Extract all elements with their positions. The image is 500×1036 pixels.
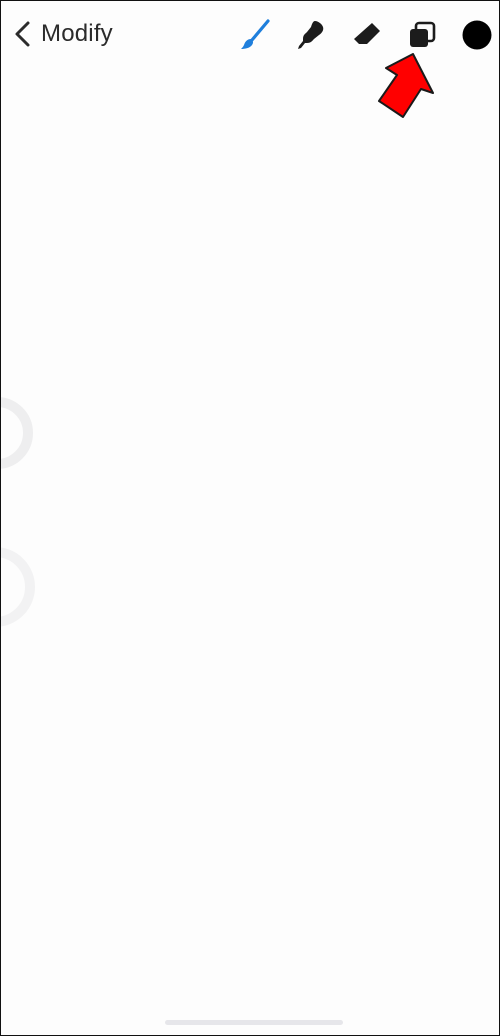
color-picker-button[interactable] (459, 17, 495, 53)
faint-canvas-mark (1, 397, 33, 469)
layers-tool-button[interactable] (404, 17, 440, 53)
faint-canvas-mark (1, 547, 35, 627)
eraser-icon (354, 23, 380, 44)
smudge-icon (298, 21, 324, 49)
drawing-canvas[interactable] (1, 67, 499, 1035)
back-label: Modify (41, 20, 113, 47)
layers-icon (410, 21, 436, 47)
eraser-tool-button[interactable] (349, 17, 385, 53)
top-toolbar: Modify (1, 1, 499, 67)
color-swatch-icon (462, 20, 492, 50)
chevron-left-icon (15, 21, 30, 47)
home-indicator[interactable] (165, 1020, 343, 1025)
paintbrush-icon (241, 19, 270, 49)
smudge-tool-button[interactable] (293, 17, 329, 53)
brush-tool-button[interactable] (237, 17, 273, 53)
procreate-screen: Modify (0, 0, 500, 1036)
back-button[interactable]: Modify (13, 15, 113, 53)
